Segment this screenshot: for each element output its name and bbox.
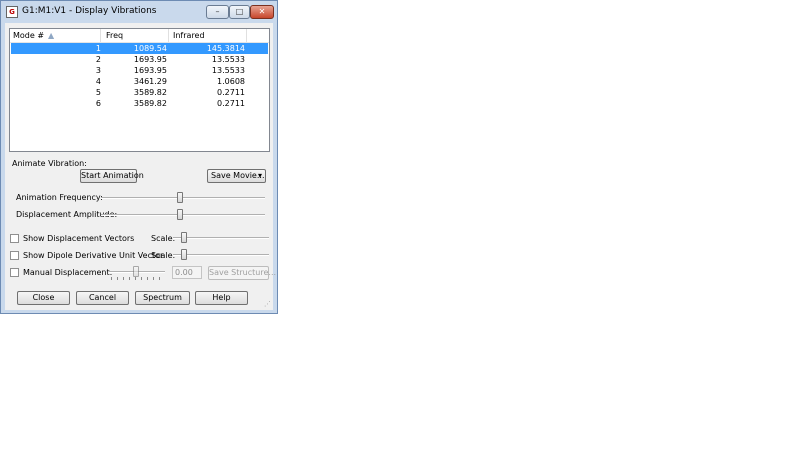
manual-displacement-checkbox[interactable] [10,268,19,277]
cell-freq: 3589.82 [133,99,167,108]
help-button[interactable]: Help [195,291,248,305]
list-header: Mode # ▲ Freq Infrared [10,29,269,43]
dropdown-arrow-icon: ▾ [257,171,262,180]
cell-freq: 3589.82 [133,88,167,97]
show-dipole-derivative-checkbox[interactable] [10,251,19,260]
table-row[interactable]: 2 1693.95 13.5533 [11,54,268,65]
save-movie-label: Save Movie... [211,171,265,180]
cell-mode: 2 [95,55,101,64]
show-displacement-vectors-label: Show Displacement Vectors [23,234,135,243]
cell-mode: 4 [95,77,101,86]
header-divider[interactable] [246,29,247,42]
header-divider[interactable] [100,29,101,42]
table-row[interactable]: 1 1089.54 145.3814 [11,43,268,54]
slider-tick [123,277,124,280]
cell-mode: 5 [95,88,101,97]
header-divider[interactable] [168,29,169,42]
slider-tick [135,277,136,280]
cell-freq: 1693.95 [133,66,167,75]
table-row[interactable]: 4 3461.29 1.0608 [11,76,268,87]
resize-grip-icon[interactable]: ⋰ [264,300,271,308]
cell-infrared: 0.2711 [217,99,245,108]
table-row[interactable]: 3 1693.95 13.5533 [11,65,268,76]
minimize-button[interactable]: – [206,5,229,19]
show-displacement-vectors-checkbox[interactable] [10,234,19,243]
cell-freq: 3461.29 [133,77,167,86]
cancel-button[interactable]: Cancel [76,291,129,305]
slider-tick [129,277,130,280]
window-title: G1:M1:V1 - Display Vibrations [22,6,157,16]
slider-tick [153,277,154,280]
cell-infrared: 1.0608 [217,77,245,86]
start-animation-button[interactable]: Start Animation [80,169,144,183]
spectrum-button[interactable]: Spectrum [135,291,190,305]
cell-freq: 1089.54 [133,44,167,53]
manual-displacement-label: Manual Displacement: [23,268,113,277]
animation-frequency-track[interactable] [101,197,265,199]
header-freq[interactable]: Freq [106,31,123,40]
table-row[interactable]: 5 3589.82 0.2711 [11,87,268,98]
slider-tick [159,277,160,280]
displacement-amplitude-track[interactable] [101,214,265,216]
cell-mode: 3 [95,66,101,75]
show-dipole-derivative-label: Show Dipole Derivative Unit Vector [23,251,164,260]
vector-scale-track[interactable] [173,237,269,239]
slider-tick [117,277,118,280]
slider-tick [147,277,148,280]
header-mode[interactable]: Mode # [13,31,44,40]
slider-tick [111,277,112,280]
dialog-client-area: Mode # ▲ Freq Infrared 1 1089.54 145.381… [5,23,276,310]
app-icon[interactable]: G [6,6,18,18]
cell-infrared: 0.2711 [217,88,245,97]
dipole-scale-slider[interactable] [181,249,187,260]
animation-frequency-label: Animation Frequency: [16,193,103,202]
close-button[interactable]: Close [17,291,70,305]
cell-mode: 1 [95,44,101,53]
manual-displacement-value-field[interactable]: 0.00 [172,266,202,279]
table-row[interactable]: 6 3589.82 0.2711 [11,98,268,109]
maximize-button[interactable]: □ [229,5,250,19]
save-movie-button[interactable]: Save Movie... ▾ [207,169,266,183]
cell-infrared: 13.5533 [211,55,245,64]
save-structure-button[interactable]: Save Structure... [208,266,276,280]
displacement-amplitude-slider[interactable] [177,209,183,220]
dipole-scale-label: Scale: [151,251,176,260]
cell-freq: 1693.95 [133,55,167,64]
animation-frequency-slider[interactable] [177,192,183,203]
cell-mode: 6 [95,99,101,108]
close-window-button[interactable]: ✕ [250,5,274,19]
vector-scale-label: Scale: [151,234,176,243]
slider-tick [141,277,142,280]
manual-displacement-slider[interactable] [133,266,139,277]
vector-scale-slider[interactable] [181,232,187,243]
header-infrared[interactable]: Infrared [173,31,205,40]
sort-ascending-icon: ▲ [48,31,55,40]
cell-infrared: 13.5533 [211,66,245,75]
vibration-mode-list[interactable]: Mode # ▲ Freq Infrared 1 1089.54 145.381… [9,28,270,152]
cell-infrared: 145.3814 [206,44,245,53]
animate-vibration-label: Animate Vibration: [12,159,87,168]
display-vibrations-window: G G1:M1:V1 - Display Vibrations – □ ✕ Mo… [0,0,278,314]
title-bar[interactable]: G G1:M1:V1 - Display Vibrations – □ ✕ [1,1,277,23]
dipole-scale-track[interactable] [173,254,269,256]
